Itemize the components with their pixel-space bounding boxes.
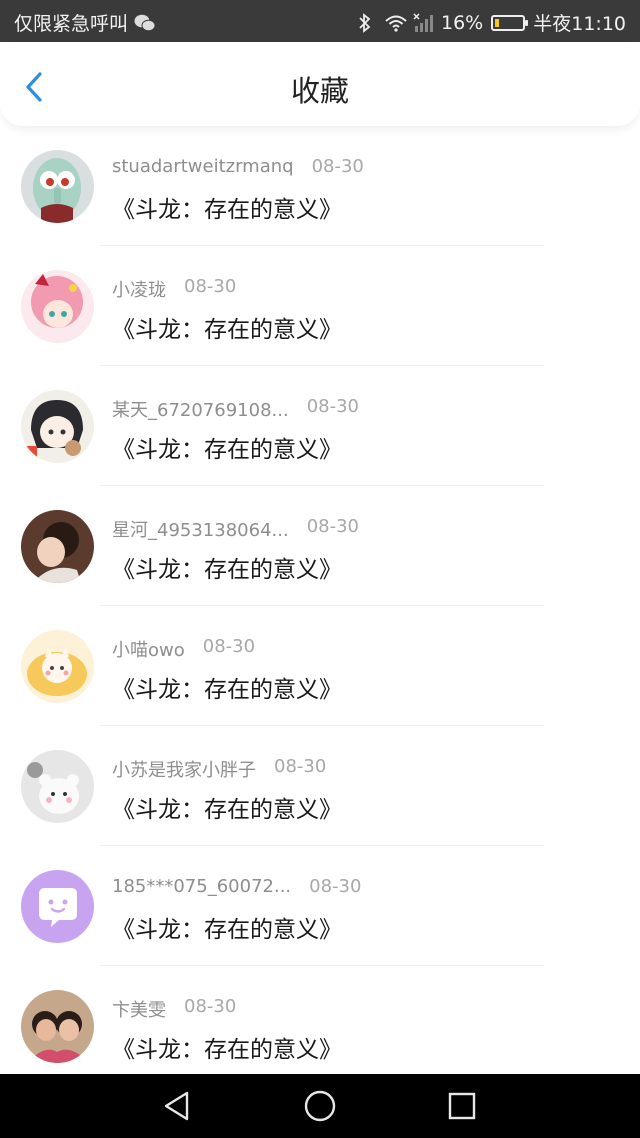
avatar[interactable] — [21, 870, 94, 943]
favorite-date: 08-30 — [274, 756, 327, 777]
book-title[interactable]: 《斗龙：存在的意义》 — [112, 670, 342, 704]
favorite-date: 08-30 — [306, 396, 359, 417]
book-title[interactable]: 《斗龙：存在的意义》 — [112, 1030, 342, 1064]
page-title: 收藏 — [290, 74, 349, 108]
favorite-date: 08-30 — [306, 516, 359, 537]
username[interactable]: 某天_6720769108... — [112, 396, 289, 422]
username[interactable]: 185***075_60072... — [112, 876, 291, 897]
battery-percent: 16% — [441, 11, 484, 34]
favorite-date: 08-30 — [309, 876, 362, 897]
list-item[interactable]: 星河_4953138064... 08-30 《斗龙：存在的意义》 — [0, 486, 640, 606]
username[interactable]: 小苏是我家小胖子 — [112, 756, 256, 782]
username[interactable]: stuadartweitzrmanq — [112, 156, 294, 177]
nav-home-button[interactable] — [303, 1089, 337, 1123]
list-item[interactable]: 小凌珑 08-30 《斗龙：存在的意义》 — [0, 246, 640, 366]
list-item[interactable]: 某天_6720769108... 08-30 《斗龙：存在的意义》 — [0, 366, 640, 486]
username[interactable]: 小凌珑 — [112, 276, 166, 302]
username[interactable]: 星河_4953138064... — [112, 516, 289, 542]
battery-icon — [491, 14, 529, 31]
favorites-list: stuadartweitzrmanq 08-30 《斗龙：存在的意义》 小凌珑 … — [0, 126, 640, 1086]
book-title[interactable]: 《斗龙：存在的意义》 — [112, 430, 342, 464]
avatar[interactable] — [21, 630, 94, 703]
list-item[interactable]: 小喵owo 08-30 《斗龙：存在的意义》 — [0, 606, 640, 726]
back-triangle-icon — [164, 1091, 189, 1121]
list-item[interactable]: stuadartweitzrmanq 08-30 《斗龙：存在的意义》 — [0, 126, 640, 246]
list-item[interactable]: 小苏是我家小胖子 08-30 《斗龙：存在的意义》 — [0, 726, 640, 846]
avatar[interactable] — [21, 510, 94, 583]
avatar[interactable] — [21, 150, 94, 223]
home-circle-icon — [304, 1090, 336, 1122]
nav-back-button[interactable] — [160, 1089, 194, 1123]
wifi-icon — [385, 13, 407, 33]
list-item[interactable]: 185***075_60072... 08-30 《斗龙：存在的意义》 — [0, 846, 640, 966]
book-title[interactable]: 《斗龙：存在的意义》 — [112, 910, 342, 944]
bluetooth-icon — [357, 12, 377, 33]
clock: 半夜11:10 — [533, 13, 626, 35]
favorite-date: 08-30 — [184, 276, 237, 297]
avatar[interactable] — [21, 390, 94, 463]
status-bar: 仅限紧急呼叫 16% 半夜11:10 — [0, 0, 640, 42]
book-title[interactable]: 《斗龙：存在的意义》 — [112, 190, 342, 224]
avatar[interactable] — [21, 750, 94, 823]
navigation-bar — [0, 1074, 640, 1138]
username[interactable]: 卞美雯 — [112, 996, 166, 1022]
favorite-date: 08-30 — [184, 996, 237, 1017]
nav-recents-button[interactable] — [445, 1089, 479, 1123]
book-title[interactable]: 《斗龙：存在的意义》 — [112, 790, 342, 824]
recents-square-icon — [448, 1092, 476, 1120]
username[interactable]: 小喵owo — [112, 636, 185, 662]
avatar[interactable] — [21, 990, 94, 1063]
favorite-date: 08-30 — [311, 156, 364, 177]
avatar[interactable] — [21, 270, 94, 343]
carrier-text: 仅限紧急呼叫 — [14, 13, 129, 35]
signal-icon — [413, 12, 433, 33]
wechat-icon — [134, 13, 156, 33]
favorite-date: 08-30 — [202, 636, 256, 657]
list-item[interactable]: 卞美雯 08-30 《斗龙：存在的意义》 — [0, 966, 640, 1086]
book-title[interactable]: 《斗龙：存在的意义》 — [112, 550, 342, 584]
header: 收藏 — [0, 42, 640, 126]
book-title[interactable]: 《斗龙：存在的意义》 — [112, 310, 342, 344]
